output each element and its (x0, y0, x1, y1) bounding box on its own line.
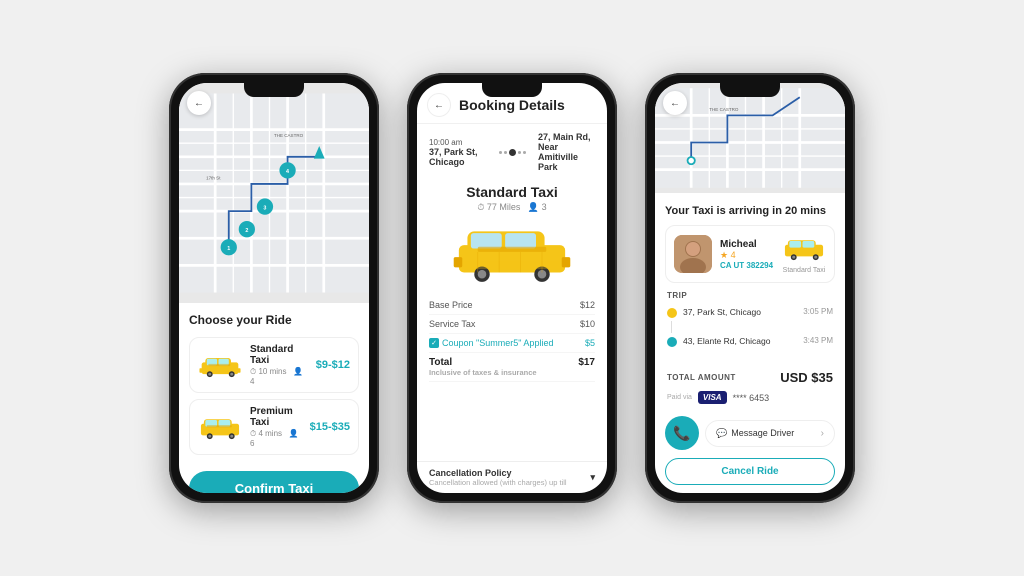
trip-from-text: 37, Park St, Chicago (683, 307, 797, 317)
driver-stars: ★ 4 (720, 250, 774, 261)
phone-3: THE CASTRO ← Your Taxi is arriving in 20… (645, 73, 855, 503)
booking-title: Booking Details (459, 97, 565, 113)
driver-car: Standard Taxi (782, 234, 826, 274)
driver-info: Micheal ★ 4 CA UT 382294 (720, 239, 774, 270)
route-connector (492, 149, 532, 156)
taxi-meta: ⏱ 77 Miles 👤 3 (417, 202, 607, 213)
notch-3 (720, 83, 780, 97)
driver-avatar (674, 235, 712, 273)
map-3: THE CASTRO ← (655, 83, 845, 193)
screen-2: ← Booking Details 10:00 am 37, Park St, … (417, 83, 607, 493)
price-row-total: Total Inclusive of taxes & insurance $17 (429, 353, 595, 382)
ride-meta-standard: ⏱ 10 mins 👤 4 (250, 367, 308, 386)
screen-3: THE CASTRO ← Your Taxi is arriving in 20… (655, 83, 845, 493)
trip-label: TRIP (667, 291, 833, 300)
price-row-tax: Service Tax $10 (429, 315, 595, 334)
ride-list: Choose your Ride (179, 303, 369, 465)
ride-name-standard: Standard Taxi (250, 344, 308, 366)
visa-badge: VISA (698, 391, 727, 404)
ride-price-standard: $9-$12 (316, 359, 350, 371)
screen-1: 1 2 3 4 THE CASTRO 17th St ← Choose your… (179, 83, 369, 493)
cancellation-policy[interactable]: Cancellation Policy Cancellation allowed… (417, 461, 607, 493)
total-value: $17 (578, 357, 595, 377)
booking-route: 10:00 am 37, Park St, Chicago 27, Main R… (417, 124, 607, 180)
cancellation-label: Cancellation Policy (429, 468, 567, 478)
back-button-2[interactable]: ← (427, 93, 451, 117)
trip-to-text: 43, Elante Rd, Chicago (683, 336, 797, 346)
coupon-value: $5 (585, 338, 595, 348)
arrival-title: Your Taxi is arriving in 20 mins (665, 205, 835, 217)
taxi-showcase: Standard Taxi ⏱ 77 Miles 👤 3 (417, 180, 607, 288)
cancel-area: Cancel Ride (655, 458, 845, 493)
phone-2: ← Booking Details 10:00 am 37, Park St, … (407, 73, 617, 503)
taxi-type-name: Standard Taxi (417, 184, 607, 200)
tracking-header: Your Taxi is arriving in 20 mins (655, 193, 845, 221)
price-label-tax: Service Tax (429, 319, 475, 329)
from-time: 10:00 am (429, 138, 486, 147)
trip-to-time: 3:43 PM (803, 336, 833, 345)
action-bar: 📞 💬 Message Driver › (655, 410, 845, 458)
trip-connector (671, 321, 672, 333)
driver-card: Micheal ★ 4 CA UT 382294 S (665, 225, 835, 283)
total-amount-row: TOTAL AMOUNT USD $35 (655, 366, 845, 389)
trip-end-icon (667, 337, 677, 347)
total-amount-value: USD $35 (780, 370, 833, 385)
svg-text:THE CASTRO: THE CASTRO (709, 107, 739, 112)
paid-via-label: Paid via (667, 394, 692, 401)
ride-price-premium: $15-$35 (310, 421, 350, 433)
trip-from-time: 3:05 PM (803, 307, 833, 316)
ride-info-standard: Standard Taxi ⏱ 10 mins 👤 4 (250, 344, 308, 386)
ride-option-premium[interactable]: Premium Taxi ⏱ 4 mins 👤 6 $15-$35 (189, 399, 359, 455)
cancel-ride-button[interactable]: Cancel Ride (665, 458, 835, 485)
driver-car-type: Standard Taxi (782, 267, 826, 274)
trip-start-icon (667, 308, 677, 318)
trip-section: TRIP 37, Park St, Chicago 3:05 PM 43, El… (655, 287, 845, 366)
route-from: 10:00 am 37, Park St, Chicago (429, 138, 486, 167)
svg-text:THE CASTRO: THE CASTRO (274, 133, 304, 138)
total-sub: Inclusive of taxes & insurance (429, 368, 537, 377)
trip-stop-from: 37, Park St, Chicago 3:05 PM (667, 304, 833, 321)
back-button-3[interactable]: ← (663, 91, 687, 115)
driver-plate: CA UT 382294 (720, 261, 774, 270)
trip-stop-to: 43, Elante Rd, Chicago 3:43 PM (667, 333, 833, 350)
ride-info-premium: Premium Taxi ⏱ 4 mins 👤 6 (250, 406, 302, 448)
price-breakdown: Base Price $12 Service Tax $10 ✓ Coupon … (417, 288, 607, 461)
notch-1 (244, 83, 304, 97)
ride-meta-premium: ⏱ 4 mins 👤 6 (250, 429, 302, 448)
svg-text:4: 4 (286, 169, 289, 175)
map-1: 1 2 3 4 THE CASTRO 17th St ← (179, 83, 369, 303)
total-amount-label: TOTAL AMOUNT (667, 373, 736, 382)
ride-option-standard[interactable]: Standard Taxi ⏱ 10 mins 👤 4 $9-$12 (189, 337, 359, 393)
ride-name-premium: Premium Taxi (250, 406, 302, 428)
chevron-right-icon: › (821, 428, 824, 439)
from-address: 37, Park St, Chicago (429, 147, 486, 167)
driver-name: Micheal (720, 239, 774, 250)
svg-text:17th St: 17th St (206, 175, 221, 180)
svg-text:1: 1 (227, 246, 230, 252)
cancellation-sub: Cancellation allowed (with charges) up t… (429, 478, 567, 487)
message-icon: 💬 (716, 428, 727, 439)
card-number: **** 6453 (733, 393, 770, 403)
message-driver-label: Message Driver (731, 428, 794, 438)
coupon-label: Coupon "Summer5" Applied (442, 338, 553, 348)
payment-row: Paid via VISA **** 6453 (655, 389, 845, 410)
total-label: Total (429, 357, 537, 368)
price-value-tax: $10 (580, 319, 595, 329)
price-row-base: Base Price $12 (429, 296, 595, 315)
message-driver-button[interactable]: 💬 Message Driver › (705, 420, 835, 447)
confirm-taxi-button[interactable]: Confirm Taxi (189, 471, 359, 493)
price-label-base: Base Price (429, 300, 473, 310)
price-row-coupon: ✓ Coupon "Summer5" Applied $5 (429, 334, 595, 353)
back-button-1[interactable]: ← (187, 91, 211, 115)
svg-text:2: 2 (245, 228, 248, 234)
notch-2 (482, 83, 542, 97)
choose-ride-title: Choose your Ride (189, 313, 359, 327)
call-driver-button[interactable]: 📞 (665, 416, 699, 450)
price-value-base: $12 (580, 300, 595, 310)
svg-text:3: 3 (263, 205, 266, 211)
route-to: 27, Main Rd, Near Amitiville Park (538, 132, 595, 172)
chevron-down-icon: ▾ (590, 472, 595, 483)
phone-1: 1 2 3 4 THE CASTRO 17th St ← Choose your… (169, 73, 379, 503)
